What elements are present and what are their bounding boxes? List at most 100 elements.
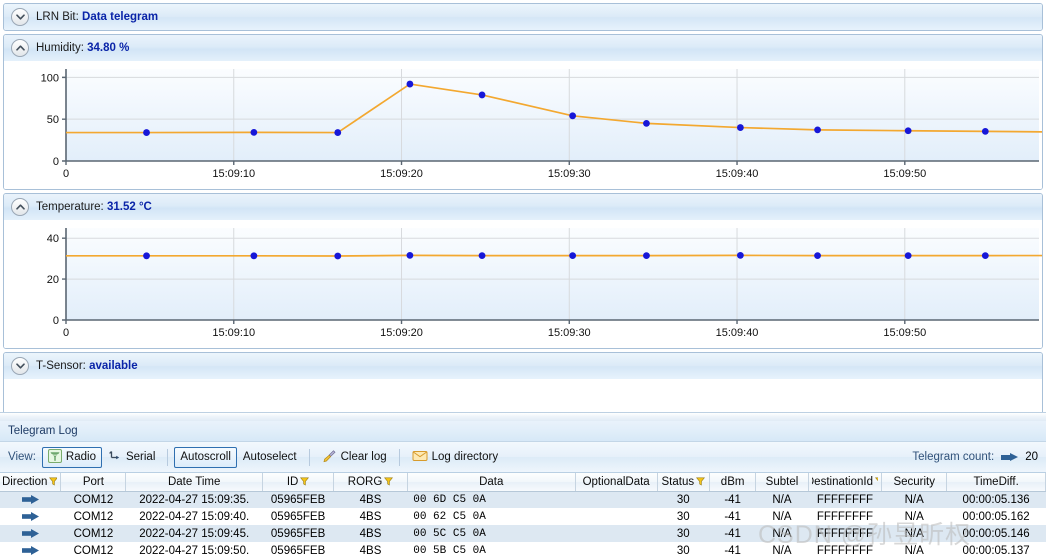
view-label: View: <box>8 451 36 463</box>
panel-humidity-header[interactable]: Humidity: 34.80 % <box>4 35 1042 61</box>
cell-dbm: -41 <box>724 510 741 523</box>
cell-timediff: 00:00:05.162 <box>962 510 1030 523</box>
telegram-log-title: Telegram Log <box>0 421 1046 442</box>
column-header-destinationid[interactable]: DestinationId <box>808 473 883 492</box>
panel-t-sensor-header[interactable]: T-Sensor: available <box>4 353 1042 379</box>
panel-humidity-label: Humidity: <box>36 42 84 54</box>
cell-subtel: N/A <box>772 527 792 540</box>
column-header-label: Direction <box>3 475 48 488</box>
arrow-right-icon <box>0 508 61 525</box>
radio-button-label: Radio <box>65 451 96 463</box>
cell-datetime: 2022-04-27 15:09:45. <box>139 527 250 540</box>
column-header-status[interactable]: Status <box>657 473 711 492</box>
filter-icon[interactable] <box>49 477 58 486</box>
panel-t-sensor-label: T-Sensor: <box>36 360 86 372</box>
cell-status: 30 <box>676 493 690 506</box>
column-header-direction[interactable]: Direction <box>0 473 62 492</box>
cell-dbm: -41 <box>724 527 741 540</box>
panel-t-sensor-title: T-Sensor: available <box>36 360 138 372</box>
column-header-id[interactable]: ID <box>262 473 335 492</box>
cell-destinationid: FFFFFFFF <box>816 527 874 540</box>
cell-data: 00 5C C5 0A <box>413 527 486 540</box>
table-row[interactable]: COM12 2022-04-27 15:09:35. 05965FEB 4BS 00 6… <box>0 491 1046 508</box>
radio-button[interactable]: Radio <box>41 446 102 468</box>
filter-icon[interactable] <box>384 477 394 486</box>
autoscroll-button[interactable]: Autoscroll <box>174 446 237 468</box>
cell-subtel: N/A <box>772 493 792 506</box>
svg-text:100: 100 <box>41 72 59 84</box>
svg-text:0: 0 <box>63 327 69 339</box>
broom-icon <box>322 449 337 466</box>
chevron-down-icon[interactable] <box>11 357 29 375</box>
cell-subtel: N/A <box>772 544 792 557</box>
cell-timediff: 00:00:05.146 <box>962 527 1030 540</box>
telegram-table-head: Direction Port Date Time ID RORG Data Optional… <box>0 473 1046 492</box>
table-row[interactable]: COM12 2022-04-27 15:09:40. 05965FEB 4BS 00 6… <box>0 508 1046 525</box>
svg-text:15:09:50: 15:09:50 <box>883 168 926 180</box>
panel-temperature-header[interactable]: Temperature: 31.52 °C <box>4 194 1042 220</box>
column-header-timediff[interactable]: TimeDiff. <box>946 473 1046 492</box>
chevron-up-icon[interactable] <box>11 39 29 57</box>
folder-icon <box>412 449 428 465</box>
telegram-table-body: COM12 2022-04-27 15:09:35. 05965FEB 4BS 00 6… <box>0 491 1046 559</box>
serial-button[interactable]: Serial <box>102 447 161 468</box>
cell-timediff: 00:00:05.136 <box>962 493 1030 506</box>
column-header-datetime[interactable]: Date Time <box>125 473 263 492</box>
cell-port: COM12 <box>73 493 114 506</box>
cell-datetime: 2022-04-27 15:09:35. <box>139 493 250 506</box>
chevron-down-icon[interactable] <box>11 8 29 26</box>
cell-rorg: 4BS <box>359 527 382 540</box>
table-row[interactable]: COM12 2022-04-27 15:09:50. 05965FEB 4BS 00 5… <box>0 542 1046 559</box>
table-row[interactable]: COM12 2022-04-27 15:09:45. 05965FEB 4BS 00 5… <box>0 525 1046 542</box>
column-header-dbm[interactable]: dBm <box>709 473 757 492</box>
column-header-label: Port <box>82 475 104 488</box>
telegram-table[interactable]: Direction Port Date Time ID RORG Data Optional… <box>0 473 1046 559</box>
column-header-label: Security <box>893 475 935 488</box>
cell-optionaldata <box>575 542 657 559</box>
column-header-security[interactable]: Security <box>881 473 948 492</box>
cell-id: 05965FEB <box>270 527 326 540</box>
svg-text:50: 50 <box>47 114 59 126</box>
column-header-subtel[interactable]: Subtel <box>755 473 809 492</box>
temperature-chart-svg: 0 20 40 0 15:09:10 15:09:20 15:09:30 15:09:40 15… <box>4 220 1042 348</box>
cell-rorg: 4BS <box>359 544 382 557</box>
cell-data: 00 62 C5 0A <box>413 510 486 523</box>
column-header-port[interactable]: Port <box>60 473 127 492</box>
autoselect-button[interactable]: Autoselect <box>237 447 303 468</box>
cell-id: 05965FEB <box>270 510 326 523</box>
filter-icon[interactable] <box>696 477 706 486</box>
cell-dbm: -41 <box>724 544 741 557</box>
cell-security: N/A <box>904 527 924 540</box>
arrow-right-icon <box>0 525 61 542</box>
cell-security: N/A <box>904 510 924 523</box>
filter-icon[interactable] <box>300 477 310 486</box>
panel-lrn-bit-label: LRN Bit: <box>36 11 79 23</box>
cell-status: 30 <box>676 527 690 540</box>
panel-lrn-bit: LRN Bit: Data telegram <box>3 3 1043 31</box>
cell-datetime: 2022-04-27 15:09:40. <box>139 510 250 523</box>
chevron-up-icon[interactable] <box>11 198 29 216</box>
cell-destinationid: FFFFFFFF <box>816 493 874 506</box>
column-header-data[interactable]: Data <box>407 473 576 492</box>
svg-text:15:09:20: 15:09:20 <box>380 327 423 339</box>
filter-icon[interactable] <box>875 477 879 486</box>
panel-humidity-value: 34.80 % <box>87 42 130 54</box>
cell-optionaldata <box>575 491 657 508</box>
cell-status: 30 <box>676 510 690 523</box>
svg-text:15:09:10: 15:09:10 <box>212 168 255 180</box>
panel-humidity-title: Humidity: 34.80 % <box>36 42 129 54</box>
panel-lrn-bit-header[interactable]: LRN Bit: Data telegram <box>4 4 1042 30</box>
log-directory-button[interactable]: Log directory <box>406 447 504 468</box>
serial-button-label: Serial <box>125 451 156 463</box>
cell-port: COM12 <box>73 527 114 540</box>
column-header-label: OptionalData <box>582 475 650 488</box>
table-header-row: Direction Port Date Time ID RORG Data Optional… <box>0 473 1046 492</box>
arrow-right-icon <box>0 491 61 508</box>
clear-log-button[interactable]: Clear log <box>316 447 393 468</box>
cell-rorg: 4BS <box>359 510 382 523</box>
cell-port: COM12 <box>73 544 114 557</box>
column-header-rorg[interactable]: RORG <box>333 473 408 492</box>
radio-antenna-icon <box>47 448 62 466</box>
column-header-optionaldata[interactable]: OptionalData <box>575 473 658 492</box>
panel-lrn-bit-value: Data telegram <box>82 11 159 23</box>
